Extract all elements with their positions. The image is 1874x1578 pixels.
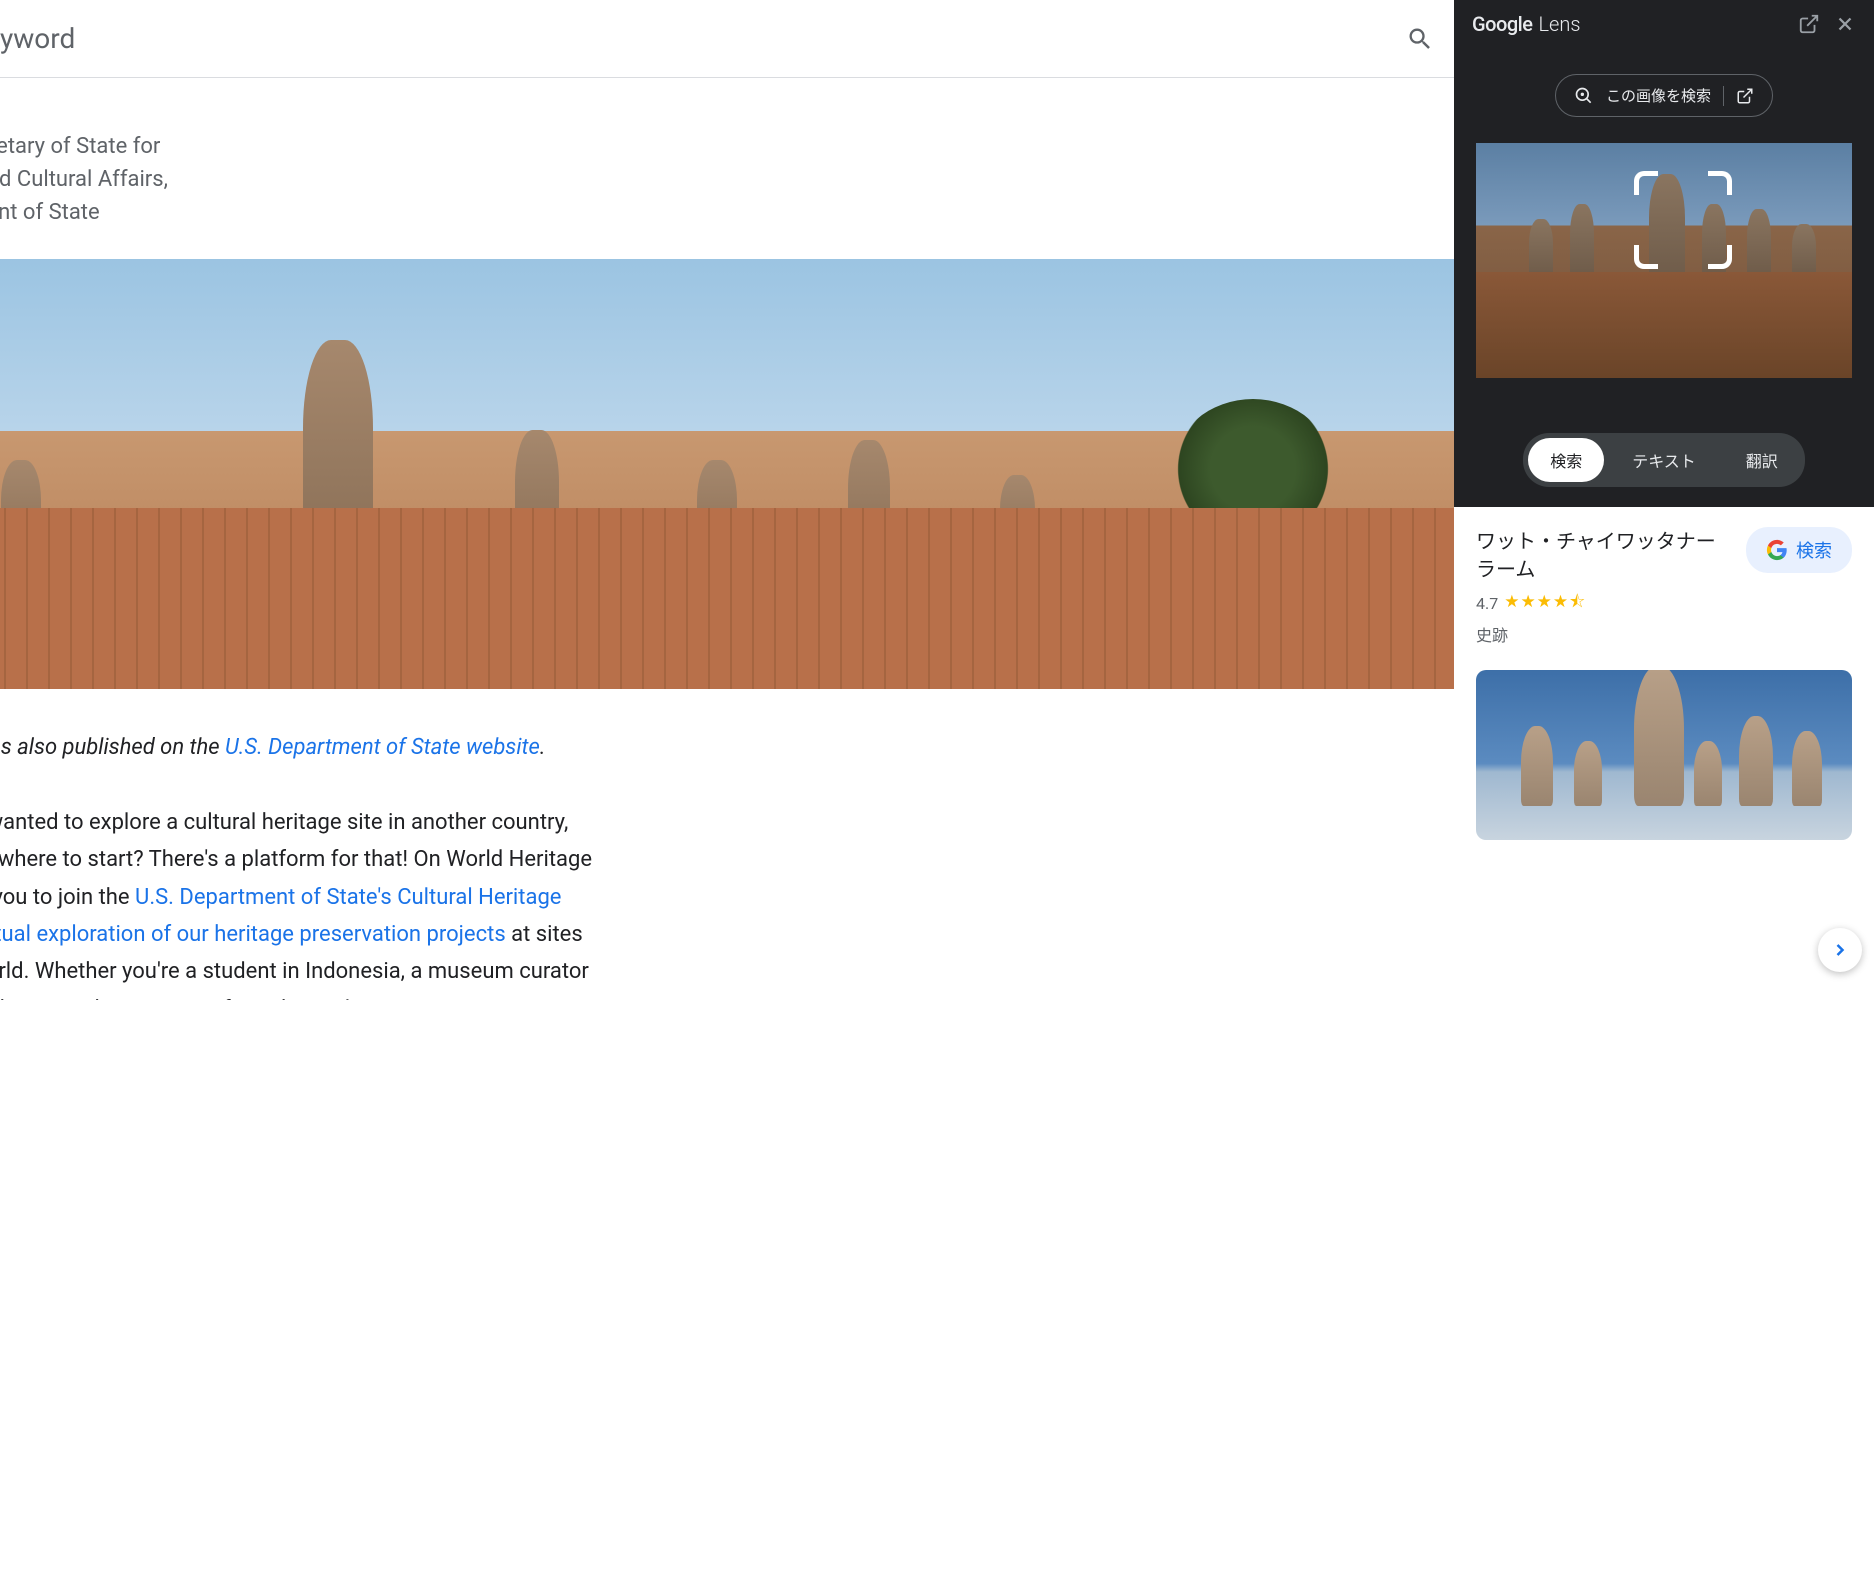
lens-header: Google Lens xyxy=(1454,0,1874,48)
author-subtitle: t Secretary of State for nal and Cultura… xyxy=(0,130,1454,229)
result-category: 史跡 xyxy=(1476,622,1730,646)
lens-image-preview[interactable] xyxy=(1454,143,1874,378)
crop-frame[interactable] xyxy=(1634,171,1732,269)
article-panel: yword rfield t Secretary of State for na… xyxy=(0,0,1454,1000)
image-search-icon xyxy=(1574,86,1594,106)
search-this-image-button[interactable]: この画像を検索 xyxy=(1555,74,1773,117)
search-icon[interactable] xyxy=(1406,25,1434,53)
result-image[interactable] xyxy=(1476,670,1852,840)
google-lens-logo: Google Lens xyxy=(1472,12,1581,36)
result-rating: 4.7 ★★★★⯪ xyxy=(1476,589,1730,618)
star-rating-icon: ★★★★⯪ xyxy=(1504,589,1586,618)
virtual-exploration-link[interactable]: virtual exploration of our heritage pres… xyxy=(0,922,506,947)
search-input-text[interactable]: yword xyxy=(0,22,1406,55)
tab-search[interactable]: 検索 xyxy=(1528,438,1604,482)
hero-image[interactable] xyxy=(0,259,1454,689)
tab-text[interactable]: テキスト xyxy=(1610,438,1718,482)
chevron-right-icon xyxy=(1830,940,1850,960)
google-search-chip[interactable]: 検索 xyxy=(1746,527,1852,573)
article-content: rfield t Secretary of State for nal and … xyxy=(0,78,1454,1000)
open-external-icon[interactable] xyxy=(1736,87,1754,105)
close-icon[interactable] xyxy=(1834,13,1856,35)
author-byline: rfield xyxy=(0,98,1454,122)
next-button[interactable] xyxy=(1818,928,1862,972)
open-new-tab-icon[interactable] xyxy=(1798,13,1820,35)
state-website-link[interactable]: U.S. Department of State website xyxy=(225,735,540,760)
result-title[interactable]: ワット・チャイワッタナーラーム xyxy=(1476,527,1730,583)
lens-mode-tabs: 検索 テキスト 翻訳 xyxy=(1454,378,1874,507)
tab-translate[interactable]: 翻訳 xyxy=(1724,438,1800,482)
lens-results: ワット・チャイワッタナーラーム 4.7 ★★★★⯪ 史跡 検索 xyxy=(1454,507,1874,1000)
cultural-heritage-link[interactable]: U.S. Department of State's Cultural Heri… xyxy=(135,885,561,910)
search-bar[interactable]: yword xyxy=(0,0,1454,78)
google-lens-panel: Google Lens この画像を検索 xyxy=(1454,0,1874,1000)
google-g-icon xyxy=(1766,539,1788,561)
article-body: cle was also published on the U.S. Depar… xyxy=(0,689,1454,1000)
